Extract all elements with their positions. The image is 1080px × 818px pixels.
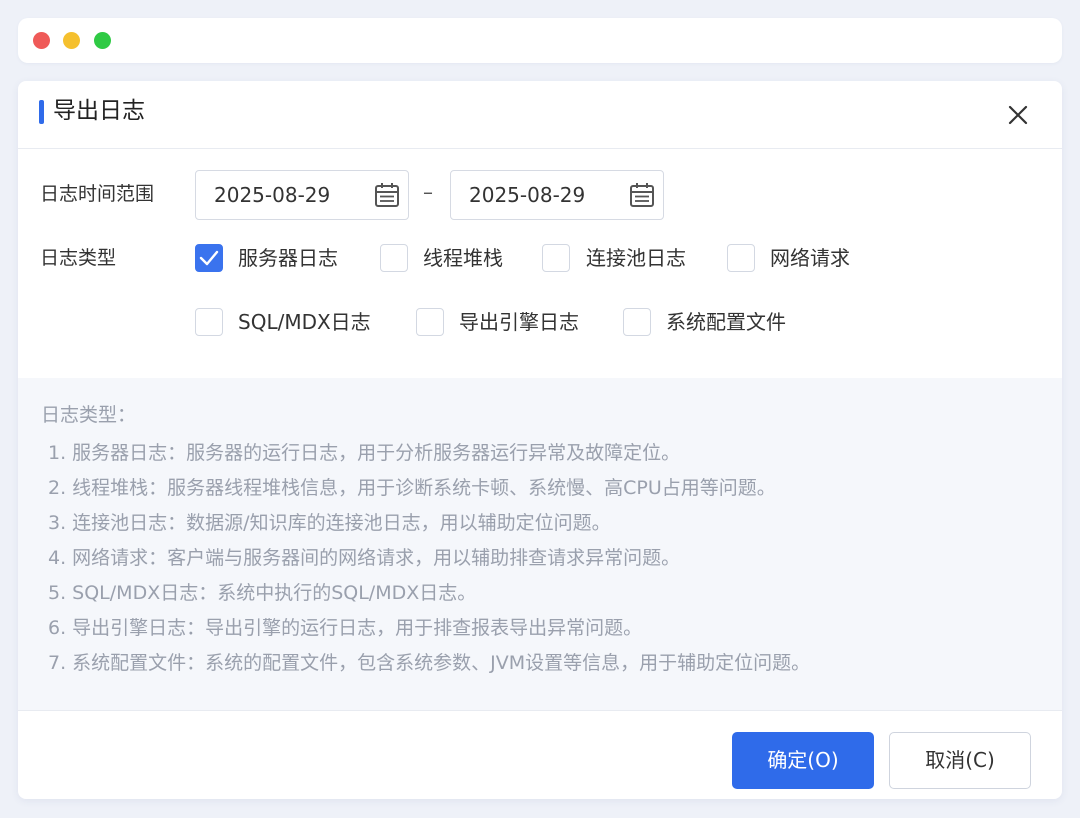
info-line: 1. 服务器日志：服务器的运行日志，用于分析服务器运行异常及故障定位。 [48, 442, 681, 464]
checkbox-sql-mdx-log[interactable] [195, 308, 223, 336]
title-accent-bar [39, 100, 44, 124]
info-line: 6. 导出引擎日志：导出引擎的运行日志，用于排查报表导出异常问题。 [48, 617, 643, 639]
date-range-separator: – [423, 180, 433, 204]
close-icon [1008, 105, 1028, 125]
end-date-value: 2025-08-29 [469, 183, 586, 207]
checkbox-label-network-request[interactable]: 网络请求 [770, 245, 850, 271]
checkbox-label-server-log[interactable]: 服务器日志 [238, 245, 338, 271]
maximize-window-dot[interactable] [94, 32, 111, 49]
dialog-header: 导出日志 [18, 81, 1062, 149]
info-line: 5. SQL/MDX日志：系统中执行的SQL/MDX日志。 [48, 582, 477, 604]
checkbox-label-sql-mdx-log[interactable]: SQL/MDX日志 [238, 309, 371, 335]
log-type-description-panel: 日志类型： 1. 服务器日志：服务器的运行日志，用于分析服务器运行异常及故障定位… [18, 378, 1062, 710]
time-range-label: 日志时间范围 [40, 183, 155, 205]
close-window-dot[interactable] [33, 32, 50, 49]
info-line: 4. 网络请求：客户端与服务器间的网络请求，用以辅助排查请求异常问题。 [48, 547, 681, 569]
confirm-button[interactable]: 确定(O) [732, 732, 874, 789]
log-type-label: 日志类型 [40, 247, 117, 269]
checkbox-system-config[interactable] [623, 308, 651, 336]
checkbox-network-request[interactable] [727, 244, 755, 272]
close-button[interactable] [1004, 101, 1032, 129]
export-log-dialog: 导出日志 日志时间范围 2025-08-29 – 2025-08-29 日志类型… [18, 81, 1062, 799]
checkbox-label-export-engine-log[interactable]: 导出引擎日志 [459, 309, 579, 335]
calendar-icon[interactable] [374, 182, 400, 208]
checkbox-label-thread-stack[interactable]: 线程堆栈 [423, 245, 503, 271]
minimize-window-dot[interactable] [63, 32, 80, 49]
dialog-title: 导出日志 [53, 98, 145, 124]
calendar-icon[interactable] [629, 182, 655, 208]
cancel-button[interactable]: 取消(C) [889, 732, 1031, 789]
checkbox-server-log[interactable] [195, 244, 223, 272]
checkbox-label-pool-log[interactable]: 连接池日志 [586, 245, 686, 271]
info-line: 2. 线程堆栈：服务器线程堆栈信息，用于诊断系统卡顿、系统慢、高CPU占用等问题… [48, 477, 776, 499]
info-line: 7. 系统配置文件：系统的配置文件，包含系统参数、JVM设置等信息，用于辅助定位… [48, 652, 811, 674]
info-line: 3. 连接池日志：数据源/知识库的连接池日志，用以辅助定位问题。 [48, 512, 611, 534]
checkbox-thread-stack[interactable] [380, 244, 408, 272]
checkbox-label-system-config[interactable]: 系统配置文件 [666, 309, 786, 335]
start-date-input[interactable]: 2025-08-29 [195, 170, 409, 220]
checkbox-export-engine-log[interactable] [416, 308, 444, 336]
dialog-footer: 确定(O) 取消(C) [18, 710, 1062, 799]
window-titlebar [18, 18, 1062, 63]
checkbox-pool-log[interactable] [542, 244, 570, 272]
end-date-input[interactable]: 2025-08-29 [450, 170, 664, 220]
info-title: 日志类型： [41, 404, 137, 426]
start-date-value: 2025-08-29 [214, 183, 331, 207]
checkmark-icon [199, 250, 219, 266]
